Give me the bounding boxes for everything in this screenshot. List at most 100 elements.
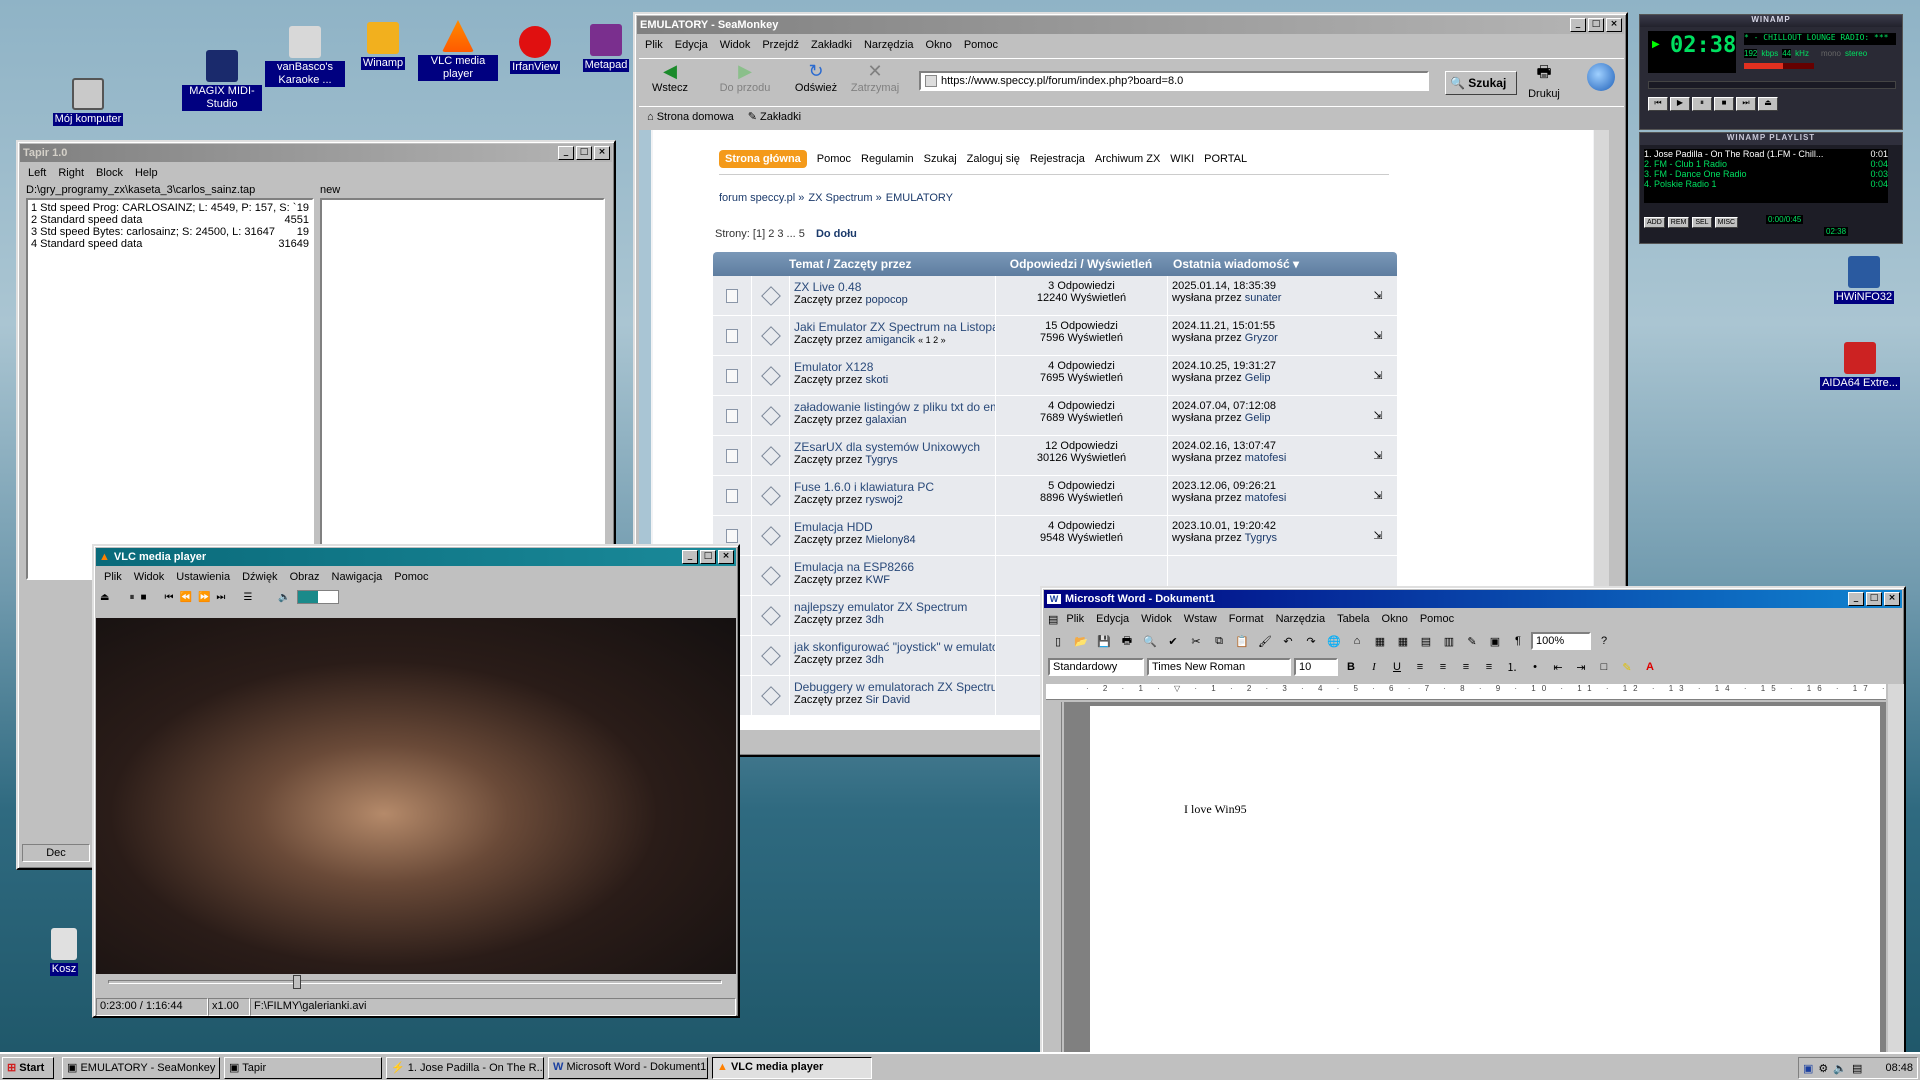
align-right-icon[interactable]: ≡ <box>1456 657 1476 677</box>
last-post-link-icon[interactable]: ⇲ <box>1359 396 1397 435</box>
playlist-icon[interactable]: ☰ <box>243 592 252 603</box>
pl-sel-button[interactable]: SEL <box>1692 217 1712 228</box>
breadcrumb-current[interactable]: EMULATORY <box>886 192 953 204</box>
topic-author[interactable]: Mielony84 <box>866 534 916 546</box>
browser-titlebar[interactable]: EMULATORY - SeaMonkey _ □ × <box>637 16 1624 34</box>
menu-plik[interactable]: Plik <box>98 571 128 583</box>
list-item[interactable]: 2 Standard speed data 4551 <box>31 214 309 226</box>
fast-forward-icon[interactable]: ⏩ <box>198 592 210 603</box>
last-post-author[interactable]: sunater <box>1245 292 1282 304</box>
pause-icon[interactable]: ⏸ <box>129 592 134 603</box>
close-icon[interactable]: × <box>718 550 734 564</box>
pl-misc-button[interactable]: MISC <box>1714 217 1739 228</box>
tapir-titlebar[interactable]: Tapir 1.0 _ □ × <box>20 144 612 162</box>
task-winamp[interactable]: ⚡ 1. Jose Padilla - On The R... <box>386 1057 544 1079</box>
preview-icon[interactable]: 🔍 <box>1140 631 1160 651</box>
menu-wstaw[interactable]: Wstaw <box>1178 613 1223 625</box>
save-icon[interactable]: 💾 <box>1094 631 1114 651</box>
eject-icon[interactable]: ⏏ <box>1758 97 1778 111</box>
tab-archive[interactable]: Archiwum ZX <box>1095 153 1160 165</box>
minimize-icon[interactable]: _ <box>1848 592 1864 606</box>
last-post-author[interactable]: matofesi <box>1245 452 1287 464</box>
topic-title[interactable]: Emulator X128 <box>794 360 873 374</box>
stop-icon[interactable]: ■ <box>1714 97 1734 111</box>
tables-icon[interactable]: ▦ <box>1370 631 1390 651</box>
last-post-author[interactable]: Gelip <box>1245 412 1271 424</box>
menu-nawigacja[interactable]: Nawigacja <box>326 571 389 583</box>
tab-home[interactable]: Strona główna <box>719 150 807 168</box>
menu-narzedzia[interactable]: Narzędzia <box>858 39 920 51</box>
topic-title[interactable]: ZEsarUX dla systemów Unixowych <box>794 440 980 454</box>
last-post-link-icon[interactable]: ⇲ <box>1359 476 1397 515</box>
topic-author[interactable]: popocop <box>866 294 908 306</box>
topic-author[interactable]: Sir David <box>866 694 911 706</box>
go-down-link[interactable]: Do dołu <box>816 228 857 240</box>
tab-login[interactable]: Zaloguj się <box>967 153 1020 165</box>
web-toolbar-icon[interactable]: ⌂ <box>1347 631 1367 651</box>
next-icon[interactable]: ⏭ <box>216 592 225 603</box>
topic-title[interactable]: ZX Live 0.48 <box>794 280 861 294</box>
tray-volume-icon[interactable]: 🔈 <box>1833 1062 1847 1075</box>
close-icon[interactable]: × <box>594 146 610 160</box>
excel-icon[interactable]: ▤ <box>1416 631 1436 651</box>
pl-add-button[interactable]: ADD <box>1644 217 1665 228</box>
word-titlebar[interactable]: W Microsoft Word - Dokument1 _ □ × <box>1044 590 1902 608</box>
font-select[interactable]: Times New Roman <box>1147 658 1291 676</box>
reload-button[interactable]: ↻ Odśwież <box>789 61 843 94</box>
desktop-icon-winamp[interactable]: Winamp <box>343 22 423 70</box>
border-icon[interactable]: □ <box>1594 657 1614 677</box>
col-last[interactable]: Ostatnia wiadomość ▾ <box>1167 257 1397 271</box>
zoom-select[interactable]: 100% <box>1531 632 1591 650</box>
last-post-link-icon[interactable]: ⇲ <box>1359 276 1397 315</box>
menu-edycja[interactable]: Edycja <box>669 39 714 51</box>
search-button[interactable]: 🔍 Szukaj <box>1445 71 1517 95</box>
playlist-item[interactable]: 4. Polskie Radio 1 0:04 <box>1644 179 1888 189</box>
menu-dzwiek[interactable]: Dźwięk <box>236 571 283 583</box>
menu-plik[interactable]: Plik <box>639 39 669 51</box>
size-select[interactable]: 10 <box>1294 658 1338 676</box>
last-post-link-icon[interactable]: ⇲ <box>1359 436 1397 475</box>
cut-icon[interactable]: ✂ <box>1186 631 1206 651</box>
topic-row[interactable]: ZEsarUX dla systemów Unixowych Zaczęty pr… <box>713 436 1397 476</box>
spelling-icon[interactable]: ✔ <box>1163 631 1183 651</box>
new-icon[interactable]: ▯ <box>1048 631 1068 651</box>
tab-register[interactable]: Rejestracja <box>1030 153 1085 165</box>
menu-przejdz[interactable]: Przejdź <box>756 39 805 51</box>
insert-table-icon[interactable]: ▦ <box>1393 631 1413 651</box>
menu-right[interactable]: Right <box>52 167 90 179</box>
winamp-volume[interactable] <box>1744 63 1814 69</box>
tab-wiki[interactable]: WIKI <box>1170 153 1194 165</box>
last-post-link-icon[interactable]: ⇲ <box>1359 316 1397 355</box>
menu-zakladki[interactable]: Zakładki <box>805 39 858 51</box>
topic-author[interactable]: 3dh <box>866 614 884 626</box>
menu-block[interactable]: Block <box>90 167 129 179</box>
topic-title[interactable]: Fuse 1.6.0 i klawiatura PC <box>794 480 934 494</box>
prev-icon[interactable]: ⏮ <box>165 592 174 603</box>
col-replies[interactable]: Odpowiedzi / Wyświetleń <box>995 257 1167 271</box>
hyperlink-icon[interactable]: 🌐 <box>1324 631 1344 651</box>
vlc-titlebar[interactable]: ▲ VLC media player _ □ × <box>96 548 736 566</box>
task-word[interactable]: W Microsoft Word - Dokument1 <box>548 1057 708 1079</box>
underline-icon[interactable]: U <box>1387 657 1407 677</box>
menu-narzedzia[interactable]: Narzędzia <box>1270 613 1332 625</box>
word-page[interactable]: I love Win95 <box>1090 706 1880 1052</box>
list-item[interactable]: 3 Std speed Bytes: carlosainz; S: 24500,… <box>31 226 309 238</box>
format-painter-icon[interactable]: 🖌 <box>1255 631 1275 651</box>
vlc-seekbar[interactable] <box>108 975 722 989</box>
last-post-link-icon[interactable]: ⇲ <box>1359 516 1397 555</box>
minimize-icon[interactable]: _ <box>1570 18 1586 32</box>
maximize-icon[interactable]: □ <box>1588 18 1604 32</box>
topic-title[interactable]: Emulacja HDD <box>794 520 873 534</box>
last-post-author[interactable]: Gryzor <box>1245 332 1278 344</box>
tapir-right-list[interactable] <box>320 198 605 580</box>
topic-row[interactable]: Emulacja HDD Zaczęty przez Mielony84 4 Od… <box>713 516 1397 556</box>
topic-title[interactable]: najlepszy emulator ZX Spectrum <box>794 600 967 614</box>
desktop-icon-irfanview[interactable]: IrfanView <box>495 26 575 74</box>
copy-icon[interactable]: ⧉ <box>1209 631 1229 651</box>
stop-icon[interactable]: ■ <box>140 592 146 603</box>
bullets-icon[interactable]: • <box>1525 657 1545 677</box>
paste-icon[interactable]: 📋 <box>1232 631 1252 651</box>
forward-button[interactable]: ▶ Do przodu <box>715 61 775 94</box>
bookmark-home[interactable]: ⌂ Strona domowa <box>647 111 734 123</box>
topic-row[interactable]: Fuse 1.6.0 i klawiatura PC Zaczęty przez … <box>713 476 1397 516</box>
